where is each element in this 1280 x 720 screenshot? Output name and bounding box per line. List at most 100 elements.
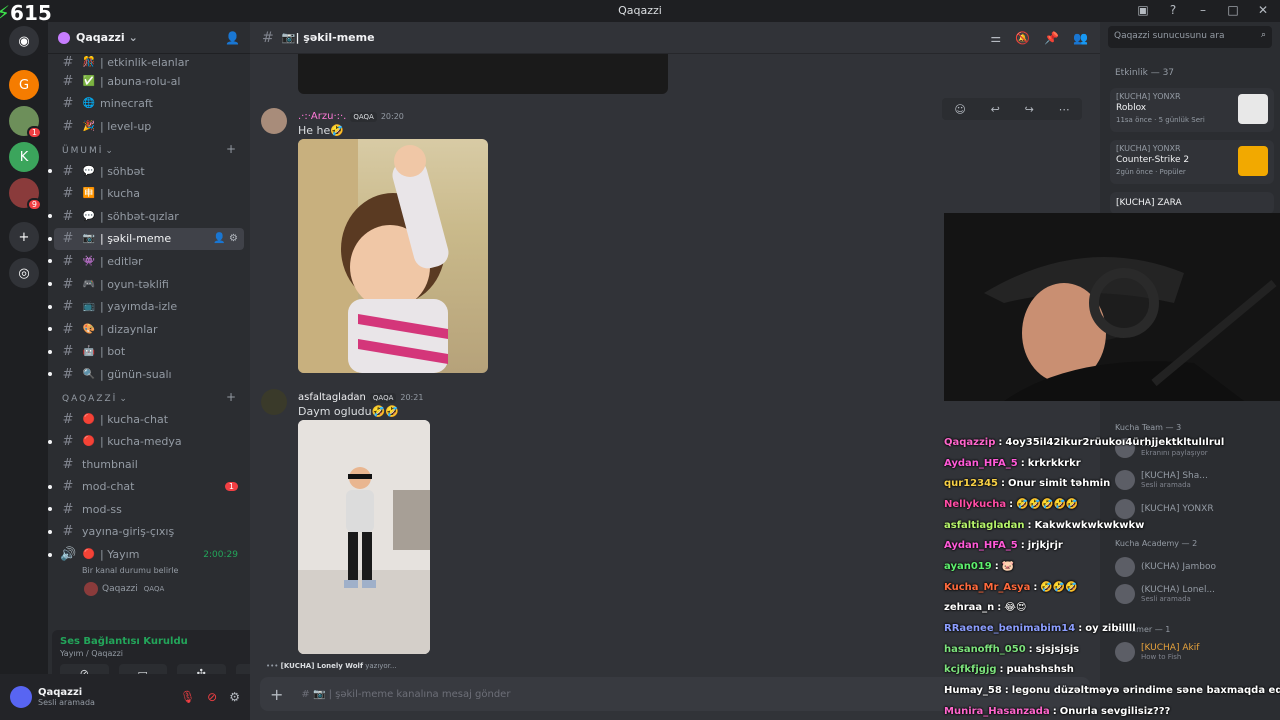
server-icon-qaqazzi[interactable]: 9 <box>9 178 42 211</box>
channel-item[interactable]: # 💬 | söhbət-qızlar <box>48 205 244 228</box>
channel-item[interactable]: # 🈸 | kucha <box>54 182 244 205</box>
channel-item[interactable]: # thumbnail <box>54 453 244 476</box>
chat-username: Nellykucha <box>944 498 1007 510</box>
gear-icon[interactable]: ⚙ <box>229 690 240 704</box>
pin-icon[interactable]: 📌 <box>1044 31 1059 45</box>
window-controls: ▣ ? – □ ✕ <box>1136 3 1270 17</box>
chat-message: Onurla sevgilisiz??? <box>1059 705 1171 717</box>
more-icon[interactable]: ⋯ <box>1059 103 1070 116</box>
voice-channel-yayim[interactable]: 🔊 🔴 | Yayım 2:00:29 <box>48 543 244 566</box>
voice-user[interactable]: Qaqazzi QAQA <box>54 580 244 598</box>
stream-chat-line: qur12345 : Onur simit təhmin <box>944 478 1111 490</box>
channel-item[interactable]: # 📺 | yayımda-izle <box>48 295 244 318</box>
channel-item[interactable]: # 🔴 | kucha-chat <box>54 408 244 431</box>
add-server-icon[interactable]: + <box>9 222 39 252</box>
server-icon-g[interactable]: G <box>9 70 39 100</box>
forward-icon[interactable]: ↪ <box>1025 103 1034 116</box>
activity-header: Etkinlik — 37 <box>1115 68 1175 78</box>
server-rail: ◉ G 1 K 9 + ◎ <box>0 22 48 720</box>
notification-icon[interactable]: 🔕 <box>1015 31 1030 45</box>
hash-icon: # <box>62 96 74 112</box>
message-actions-bar: ☺ ↩ ↪ ⋯ <box>942 98 1082 120</box>
chat-username: zehraa_n <box>944 602 995 614</box>
chat-username: Qaqazzip <box>944 436 996 448</box>
cs2-logo-icon <box>1238 146 1268 176</box>
chat-message: sjsjsjsjs <box>1035 643 1080 655</box>
channel-item[interactable]: # mod-ss <box>48 498 244 521</box>
roblox-logo-icon <box>1238 94 1268 124</box>
minimize-button[interactable]: – <box>1196 3 1210 17</box>
add-channel-icon[interactable]: + <box>226 390 236 404</box>
activity-card[interactable]: [KUCHA] YONXR Counter-Strike 2 2gün önce… <box>1110 140 1274 184</box>
channel-item[interactable]: # 👾 | editlər <box>48 250 244 273</box>
channel-item[interactable]: # mod-chat 1 <box>48 476 244 499</box>
server-search-input[interactable]: Qaqazzi sunucusunu ara ⌕ <box>1108 26 1272 48</box>
channel-item[interactable]: # yayına-giriş-çıxış <box>48 521 244 544</box>
reaction-icon[interactable]: ☺ <box>954 103 965 116</box>
channel-item[interactable]: # ✅ | abuna-rolu-al <box>54 70 244 93</box>
channel-item[interactable]: # 🎉 | level-up <box>54 115 244 138</box>
guild-tag: QAQA <box>350 111 377 122</box>
avatar[interactable] <box>10 686 32 708</box>
server-badge-icon <box>58 31 70 44</box>
stream-chat-line: zehraa_n : 😂😍 <box>944 602 1027 614</box>
server-icon-1[interactable]: 1 <box>9 106 42 139</box>
channel-item[interactable]: # 🔴 | kucha-medya <box>48 430 244 453</box>
channel-item[interactable]: # 🔍 | günün-sualı <box>48 363 244 386</box>
add-channel-icon[interactable]: + <box>226 142 236 156</box>
channel-settings-icon[interactable]: 👤 ⚙ <box>213 233 238 244</box>
chat-username: Aydan_HFA_5 <box>944 457 1018 469</box>
window-title: Qaqazzi <box>618 4 662 17</box>
message-author[interactable]: asfaltagladan <box>298 392 366 403</box>
hash-icon: # <box>62 344 74 360</box>
channel-item[interactable]: # 💬 | söhbət <box>48 160 244 183</box>
discover-icon[interactable]: ◎ <box>9 258 39 288</box>
category-qaqazzi[interactable]: QAQAZZİ ⌄ + <box>54 386 244 408</box>
server-header[interactable]: Qaqazzi ⌄ 👤 <box>48 22 250 54</box>
avatar[interactable] <box>261 389 287 415</box>
message-text: Daym ogludu🤣🤣 <box>298 405 400 418</box>
stream-viewer-counter: ⚡ 615 <box>0 0 52 26</box>
chat-username: kcjfkfjgjg <box>944 664 997 676</box>
chat-username: asfaltiagladan <box>944 519 1025 531</box>
channel-list: # 🎊 | etkinlik-elanlar # ✅ | abuna-rolu-al #… <box>48 54 250 598</box>
activity-card[interactable]: [KUCHA] ZARA <box>1110 192 1274 214</box>
inbox-icon[interactable]: ▣ <box>1136 3 1150 17</box>
deafen-icon[interactable]: ⊘ <box>207 690 217 704</box>
previous-image-attachment[interactable] <box>298 54 668 94</box>
activity-card[interactable]: [KUCHA] YONXR Roblox 11sa önce · 5 günlü… <box>1110 88 1274 132</box>
avatar[interactable] <box>261 108 287 134</box>
channel-item[interactable]: # 🤖 | bot <box>48 341 244 364</box>
invite-people-icon[interactable]: 👤 <box>225 31 240 45</box>
message-input[interactable]: # 📷 | şəkil-meme kanalına mesaj gönder <box>301 689 510 700</box>
chat-username: Kucha_Mr_Asya <box>944 581 1031 593</box>
hash-icon: # <box>62 434 74 450</box>
chat-message: 4oy35il42ikur2rüukoı4ürhjjektkltulılrul <box>1005 436 1225 448</box>
user-panel: Qaqazzi Sesli aramada 🎙 ⊘ ⚙ <box>0 674 250 720</box>
mute-icon[interactable]: 🎙 <box>180 690 195 704</box>
attach-icon[interactable]: + <box>270 685 283 704</box>
maximize-button[interactable]: □ <box>1226 3 1240 17</box>
channel-item-active[interactable]: # 📷 | şəkil-meme 👤 ⚙ <box>48 227 244 251</box>
threads-icon[interactable]: ⚌ <box>990 31 1001 45</box>
channel-header: # 📷 | şəkil-meme ⚌ 🔕 📌 👥 <box>250 22 1100 54</box>
discord-home-icon[interactable]: ◉ <box>9 26 39 56</box>
channel-item[interactable]: # 🎊 | etkinlik-elanlar <box>54 54 244 70</box>
user-status: Sesli aramada <box>38 698 95 707</box>
close-button[interactable]: ✕ <box>1256 3 1270 17</box>
voice-status[interactable]: Bir kanal durumu belirle <box>54 566 244 580</box>
member-list-icon[interactable]: 👥 <box>1073 31 1088 45</box>
channel-item[interactable]: # 🌐 minecraft <box>54 93 244 116</box>
image-attachment[interactable] <box>298 139 488 373</box>
category-umumi[interactable]: ÜMUMİ ⌄ + <box>54 138 244 160</box>
channel-item[interactable]: # 🎮 | oyun-təklifi <box>48 273 244 296</box>
message-author[interactable]: .·:·Arzu·:·. <box>298 111 346 122</box>
stream-chat-line: Aydan_HFA_5 : krkrkkrkr <box>944 457 1081 469</box>
channel-item[interactable]: # 🎨 | dizaynlar <box>48 318 244 341</box>
viewer-count: 615 <box>10 1 52 25</box>
image-attachment[interactable] <box>298 420 430 654</box>
server-icon-kucha[interactable]: K <box>9 142 39 172</box>
chat-message: 🐷 <box>1001 560 1015 572</box>
help-icon[interactable]: ? <box>1166 3 1180 17</box>
reply-icon[interactable]: ↩ <box>991 103 1000 116</box>
